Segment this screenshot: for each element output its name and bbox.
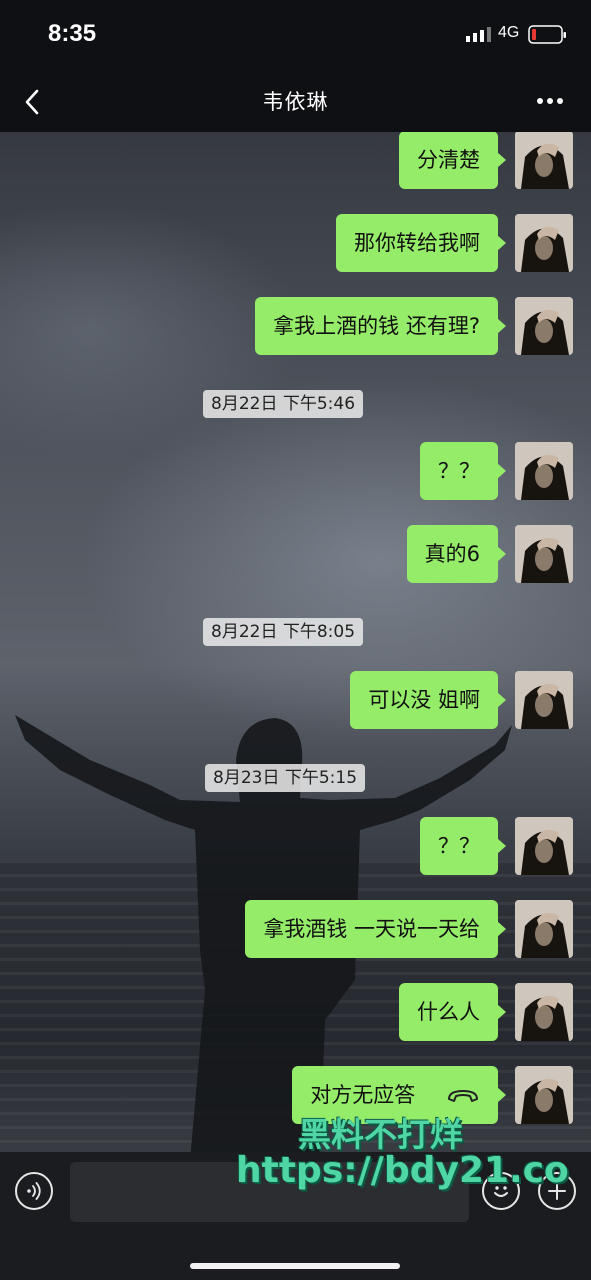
message-bubble[interactable]: 真的6 [406,525,507,583]
more-dots-icon [537,98,563,104]
message-bubble[interactable]: 什么人 [399,983,506,1041]
more-options-button[interactable] [530,86,570,116]
message-bubble[interactable]: ？？ [420,442,506,500]
voice-icon [27,1182,41,1200]
message-bubble[interactable]: 可以没 姐啊 [350,671,506,729]
chat-timestamp: 8月22日 下午5:46 [203,390,364,418]
phone-hangup-icon [448,1090,478,1102]
chat-timestamp: 8月22日 下午8:05 [203,618,364,646]
avatar-photo [515,1066,573,1124]
plus-icon [548,1182,566,1200]
message-bubble[interactable]: ？？ [420,817,506,875]
avatar-photo [515,442,573,500]
network-type-label: 4G [498,24,520,41]
avatar-photo [515,671,573,729]
avatar[interactable] [515,983,573,1041]
avatar-photo [515,214,573,272]
message-input[interactable] [70,1162,469,1222]
chat-timestamp: 8月23日 下午5:15 [205,764,366,792]
status-bar: 8:35 4G [0,0,591,70]
call-record-bubble[interactable]: 对方无应答 [292,1066,506,1124]
message-bubble[interactable]: 分清楚 [399,131,506,189]
input-bar [0,1152,591,1280]
call-status-text: 对方无应答 [310,1083,416,1107]
avatar-photo [515,983,573,1041]
avatar-photo [515,900,573,958]
avatar[interactable] [515,817,573,875]
message-bubble[interactable]: 那你转给我啊 [336,214,506,272]
battery-icon [528,25,566,44]
contact-name-title: 韦依琳 [262,90,329,114]
voice-input-button[interactable] [15,1172,53,1210]
avatar-photo [515,525,573,583]
avatar[interactable] [515,442,573,500]
avatar[interactable] [515,214,573,272]
avatar-photo [515,131,573,189]
nav-bar: 韦依琳 [0,70,591,132]
emoji-button[interactable] [482,1172,520,1210]
message-bubble[interactable]: 拿我上酒的钱 还有理? [255,297,506,355]
avatar[interactable] [515,131,573,189]
avatar[interactable] [515,297,573,355]
more-functions-button[interactable] [538,1172,576,1210]
status-time: 8:35 [48,20,97,47]
avatar[interactable] [515,900,573,958]
avatar[interactable] [515,1066,573,1124]
avatar[interactable] [515,671,573,729]
home-indicator [190,1263,400,1269]
emoji-icon [494,1186,508,1197]
message-bubble[interactable]: 拿我酒钱 一天说一天给 [245,900,506,958]
avatar-photo [515,297,573,355]
avatar[interactable] [515,525,573,583]
avatar-photo [515,817,573,875]
signal-icon [466,27,491,42]
